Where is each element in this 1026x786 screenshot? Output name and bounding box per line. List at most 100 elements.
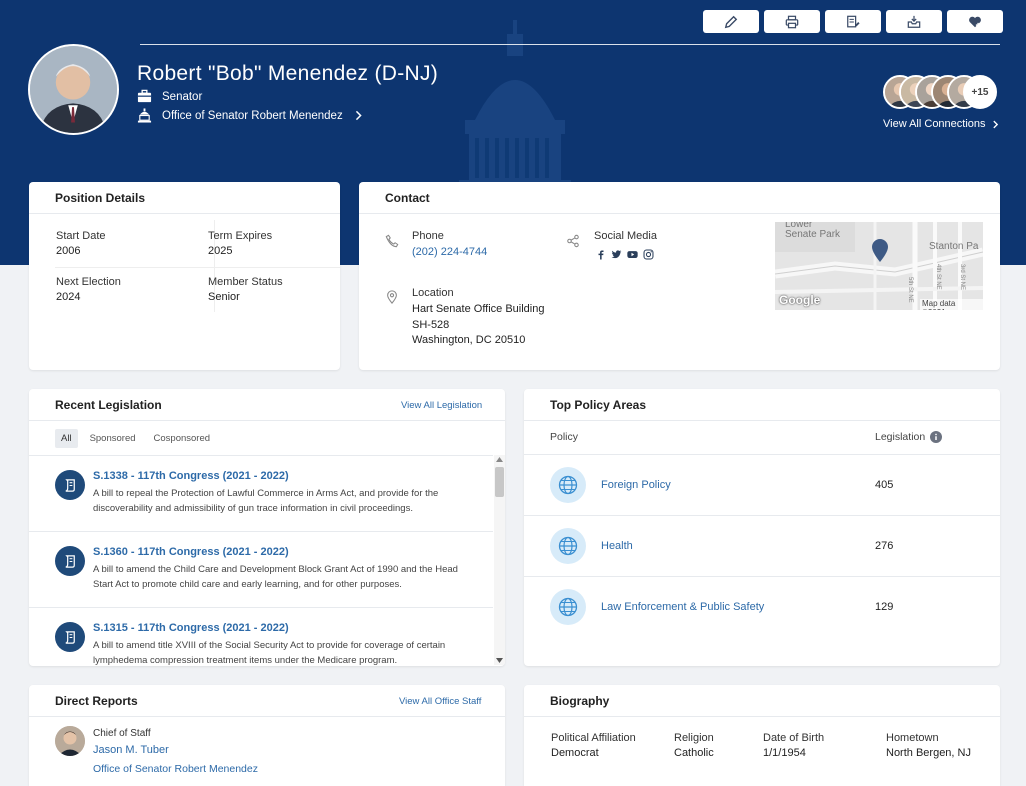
- policy-name[interactable]: Health: [601, 540, 633, 552]
- twitter-icon[interactable]: [611, 249, 622, 260]
- document-icon: [55, 546, 85, 576]
- field-label: Term Expires: [208, 230, 273, 242]
- youtube-icon[interactable]: [627, 249, 638, 260]
- tab-cosponsored[interactable]: Cosponsored: [148, 429, 217, 448]
- policy-count: 129: [875, 601, 894, 613]
- bio-value-political-affiliation: Democrat: [551, 747, 599, 759]
- map-label: Stanton Pa: [929, 241, 979, 252]
- tab-all[interactable]: All: [55, 429, 78, 448]
- profile-office-link[interactable]: Office of Senator Robert Menendez: [137, 108, 364, 123]
- view-all-connections-link[interactable]: View All Connections: [883, 118, 1000, 130]
- policy-name[interactable]: Foreign Policy: [601, 479, 671, 491]
- location-pin-icon: [387, 290, 397, 304]
- legislation-item[interactable]: S.1360 - 117th Congress (2021 - 2022) A …: [29, 531, 493, 607]
- favorite-button[interactable]: [947, 10, 1003, 33]
- header-divider: [140, 44, 1000, 45]
- field-label: Start Date: [56, 230, 106, 242]
- legislation-title[interactable]: S.1315 - 117th Congress (2021 - 2022): [93, 622, 289, 634]
- policy-row[interactable]: Law Enforcement & Public Safety 129: [524, 576, 1000, 637]
- address: Hart Senate Office Building SH-528 Washi…: [412, 302, 544, 349]
- facebook-icon[interactable]: [596, 249, 606, 260]
- divider: [524, 420, 1000, 421]
- phone-link[interactable]: (202) 224-4744: [412, 245, 487, 261]
- connections-avatars[interactable]: +15: [883, 75, 997, 109]
- heart-plus-icon: [969, 16, 981, 27]
- start-date-field: Start Date 2006: [56, 230, 106, 257]
- map-label: Senate Park: [785, 229, 841, 240]
- info-icon[interactable]: [930, 431, 943, 443]
- profile-office: Office of Senator Robert Menendez: [162, 109, 343, 122]
- bio-label-religion: Religion: [674, 732, 714, 744]
- map-street-label: 3rd St NE: [959, 264, 965, 291]
- scroll-down-icon[interactable]: [496, 658, 503, 663]
- bio-label-political-affiliation: Political Affiliation: [551, 732, 636, 744]
- location-map[interactable]: Lower Senate Park Stanton Pa 5th St NE 4…: [775, 222, 983, 310]
- legislation-description: A bill to amend the Child Care and Devel…: [93, 564, 458, 590]
- inbox-download-icon: [907, 15, 921, 28]
- social-media-label: Social Media: [594, 230, 657, 242]
- policy-row[interactable]: Foreign Policy 405: [524, 454, 1000, 515]
- list-edit-icon: [847, 15, 860, 27]
- google-logo: Google: [779, 293, 821, 307]
- document-icon: [55, 470, 85, 500]
- print-button[interactable]: [764, 10, 820, 33]
- view-all-office-staff-link[interactable]: View All Office Staff: [399, 696, 481, 707]
- location-label: Location: [412, 287, 454, 299]
- card-title: Recent Legislation: [55, 398, 162, 412]
- tab-sponsored[interactable]: Sponsored: [84, 429, 142, 448]
- staff-role: Chief of Staff: [93, 728, 151, 739]
- instagram-icon[interactable]: [643, 249, 654, 260]
- legislation-item[interactable]: S.1338 - 117th Congress (2021 - 2022) A …: [29, 455, 493, 531]
- position-details-card: Position Details Start Date 2006 Term Ex…: [29, 182, 340, 370]
- legislation-title[interactable]: S.1338 - 117th Congress (2021 - 2022): [93, 470, 289, 482]
- briefcase-icon: [137, 89, 152, 103]
- direct-reports-card: Direct Reports View All Office Staff Chi…: [29, 685, 505, 786]
- member-status-field: Member Status Senior: [208, 276, 283, 303]
- bio-label-hometown: Hometown: [886, 732, 939, 744]
- staff-office-link[interactable]: Office of Senator Robert Menendez: [93, 763, 258, 775]
- column-header-label: Legislation: [875, 431, 926, 443]
- legislation-description: A bill to amend title XVIII of the Socia…: [93, 640, 446, 666]
- legislation-scrollbar[interactable]: [494, 455, 505, 665]
- policy-count: 276: [875, 540, 894, 552]
- export-button[interactable]: [886, 10, 942, 33]
- edit-button[interactable]: [703, 10, 759, 33]
- policy-count: 405: [875, 479, 894, 491]
- scrollbar-thumb[interactable]: [495, 467, 504, 497]
- divider: [524, 716, 1000, 717]
- view-all-legislation-link[interactable]: View All Legislation: [401, 400, 482, 411]
- address-line: Washington, DC 20510: [412, 334, 526, 346]
- bio-value-date-of-birth: 1/1/1954: [763, 747, 806, 759]
- legislation-item[interactable]: S.1315 - 117th Congress (2021 - 2022) A …: [29, 607, 493, 666]
- legislation-title[interactable]: S.1360 - 117th Congress (2021 - 2022): [93, 546, 289, 558]
- social-icons: [596, 249, 654, 260]
- profile-avatar: [28, 44, 119, 135]
- field-label: Next Election: [56, 276, 121, 288]
- card-title: Biography: [550, 694, 610, 708]
- staff-name-link[interactable]: Jason M. Tuber: [93, 744, 169, 756]
- address-line: SH-528: [412, 318, 450, 331]
- policy-name[interactable]: Law Enforcement & Public Safety: [601, 601, 764, 613]
- policy-row[interactable]: Health 276: [524, 515, 1000, 576]
- connections-more-count[interactable]: +15: [963, 75, 997, 109]
- card-title: Position Details: [55, 191, 146, 205]
- bio-value-religion: Catholic: [674, 747, 714, 759]
- next-election-field: Next Election 2024: [56, 276, 121, 303]
- profile-name: Robert "Bob" Menendez (D-NJ): [137, 62, 439, 85]
- card-title: Contact: [385, 191, 430, 205]
- view-all-connections-label: View All Connections: [883, 118, 986, 130]
- column-header-legislation: Legislation: [875, 431, 943, 443]
- field-value: Senior: [208, 291, 240, 303]
- pencil-icon: [724, 15, 738, 28]
- card-title: Direct Reports: [55, 694, 138, 708]
- profile-title: Senator: [162, 90, 203, 103]
- document-icon: [55, 622, 85, 652]
- bio-label-date-of-birth: Date of Birth: [763, 732, 825, 744]
- term-expires-field: Term Expires 2025: [208, 230, 272, 257]
- globe-icon: [550, 528, 586, 564]
- staff-avatar: [55, 726, 85, 756]
- scroll-up-icon[interactable]: [496, 457, 503, 462]
- add-to-list-button[interactable]: [825, 10, 881, 33]
- map-street-label: 4th St NE: [935, 264, 941, 290]
- divider: [29, 213, 340, 214]
